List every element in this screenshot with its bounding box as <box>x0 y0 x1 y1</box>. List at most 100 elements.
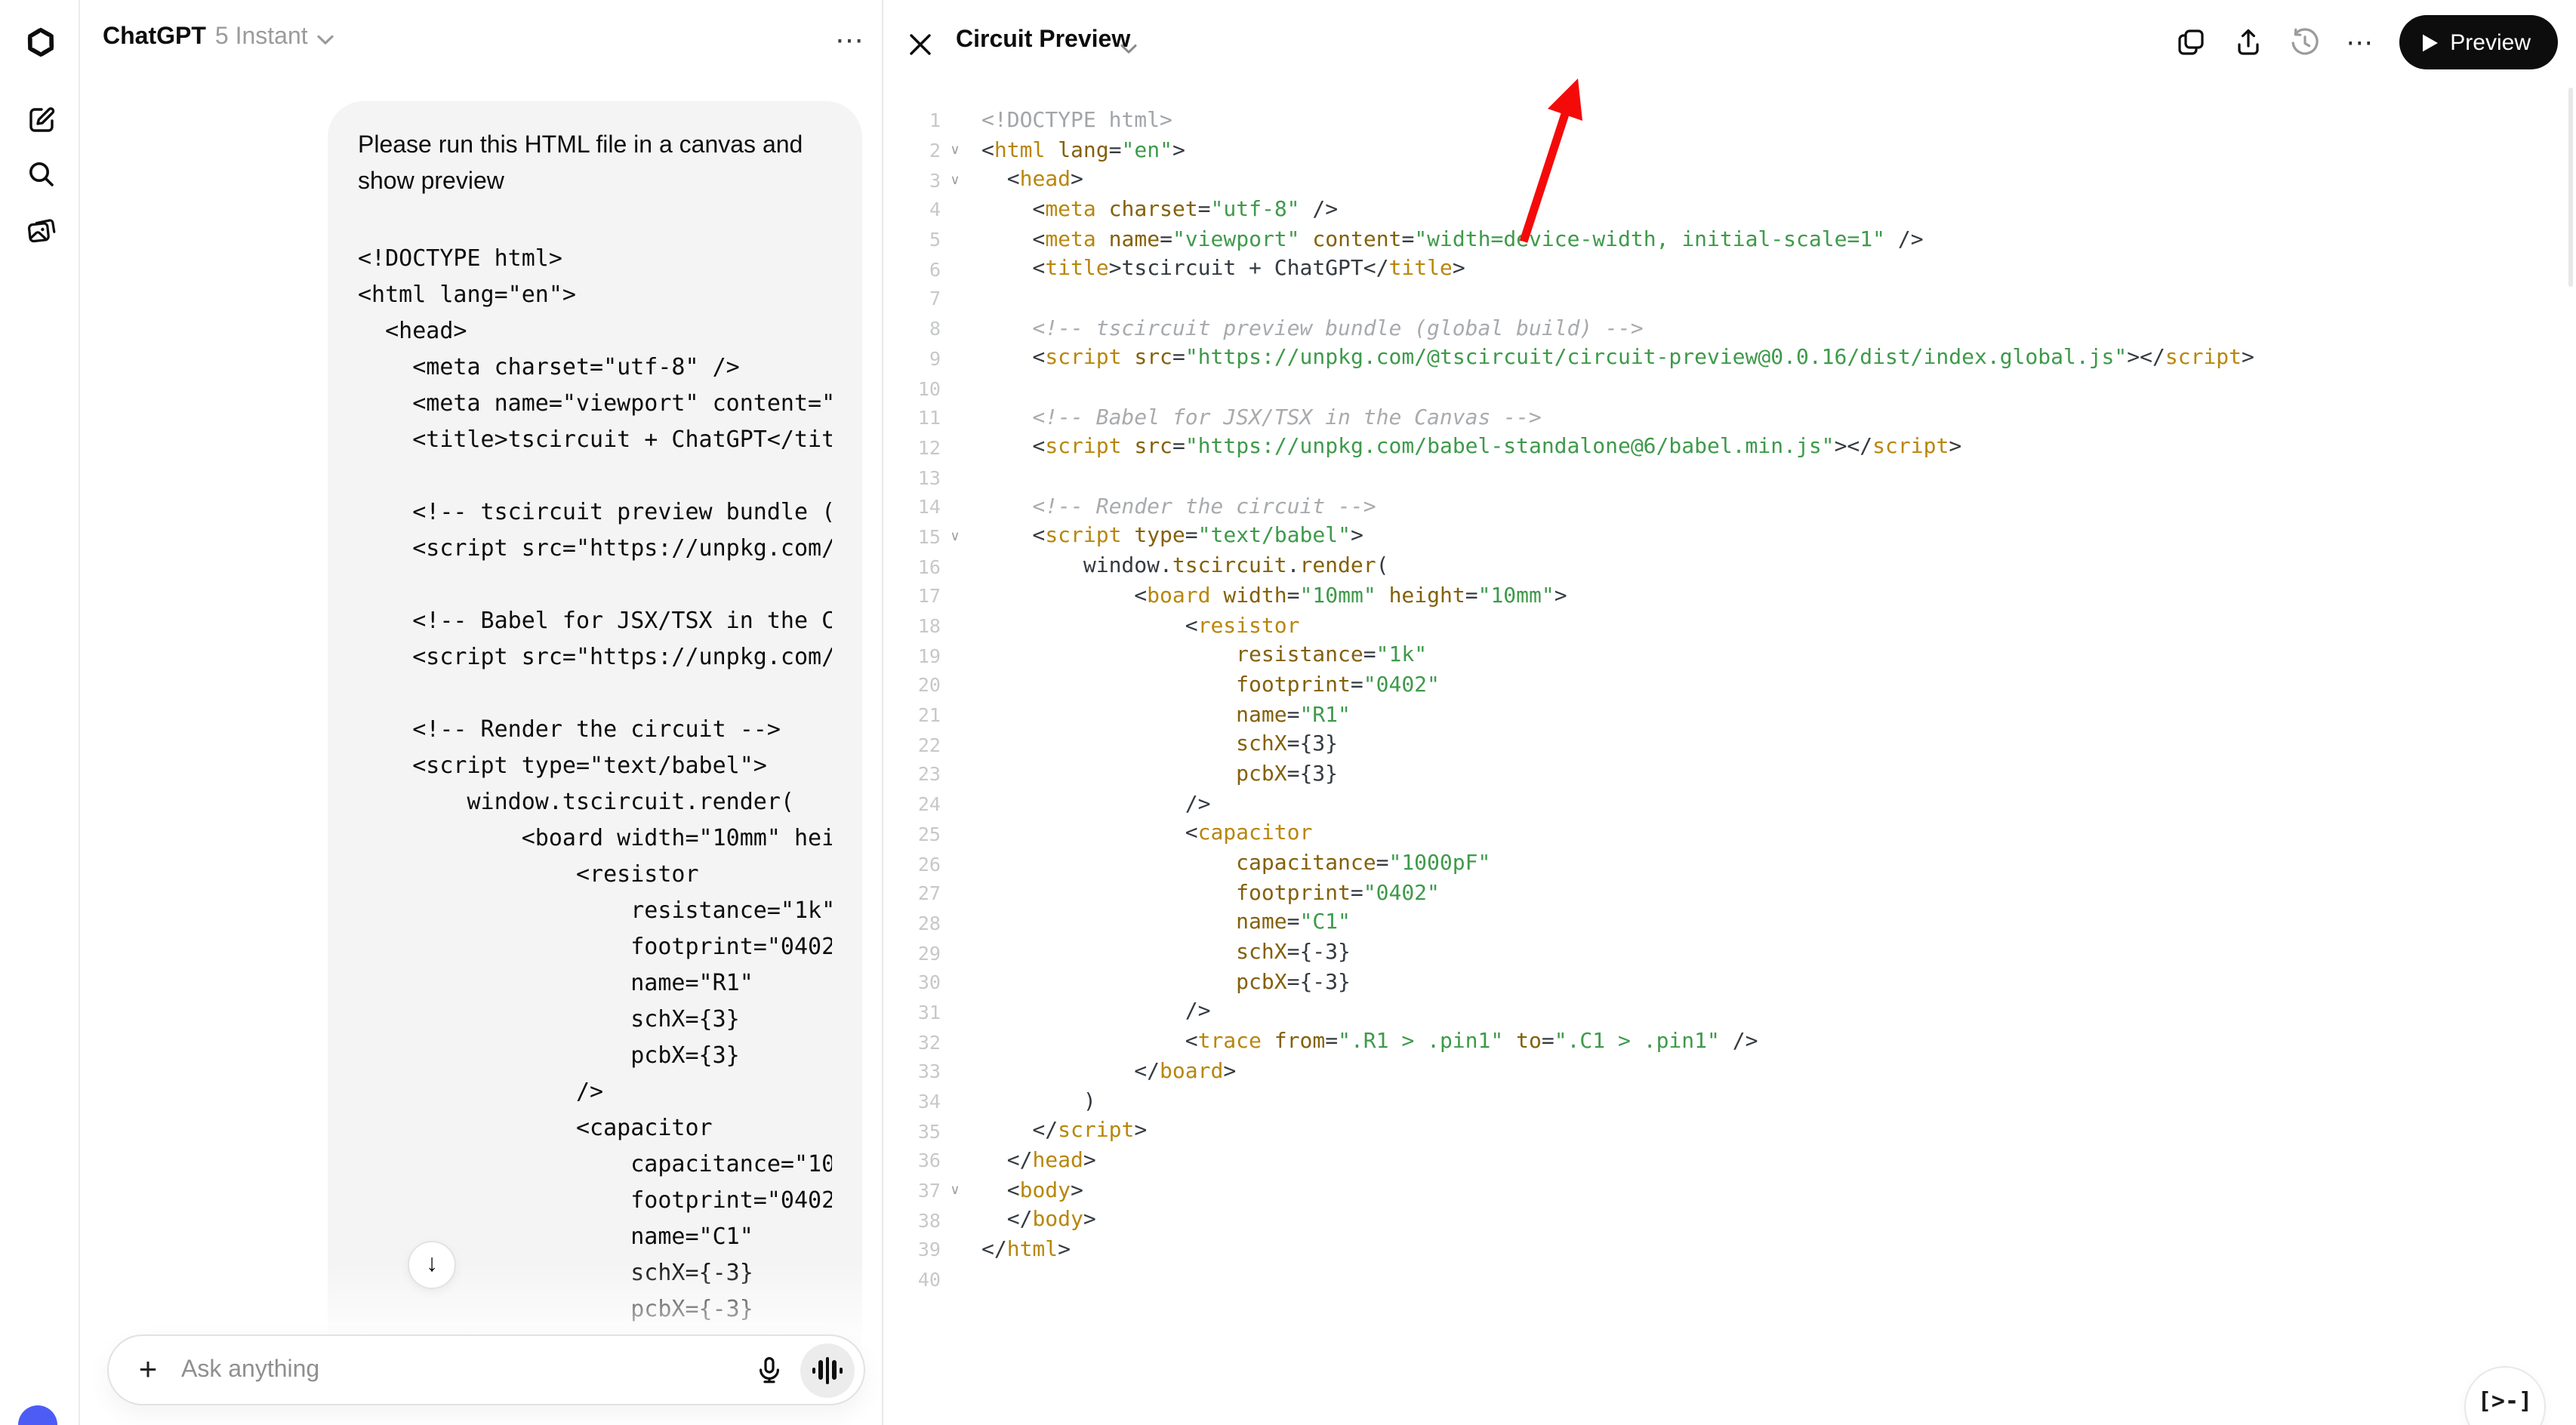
line-number: 23 <box>895 763 941 786</box>
code-line[interactable]: 13 <box>895 463 2576 492</box>
code-line[interactable]: 33 </board> <box>895 1057 2576 1086</box>
fold-chevron-icon[interactable]: ∨ <box>941 1182 965 1199</box>
code-line[interactable]: 32 <trace from=".R1 > .pin1" to=".C1 > .… <box>895 1027 2576 1057</box>
chat-input[interactable] <box>181 1356 749 1383</box>
code-line[interactable]: 38 </body> <box>895 1205 2576 1235</box>
line-number: 17 <box>895 585 941 608</box>
line-number: 25 <box>895 823 941 845</box>
openai-logo-icon[interactable] <box>23 24 59 60</box>
code-line[interactable]: 6 <title>tscircuit + ChatGPT</title> <box>895 254 2576 284</box>
line-number: 15 <box>895 525 941 548</box>
code-text: resistance="1k" <box>981 643 1427 667</box>
close-canvas-icon[interactable] <box>904 29 935 59</box>
code-line[interactable]: 14 <!-- Render the circuit --> <box>895 492 2576 522</box>
user-message-text: Please run this HTML file in a canvas an… <box>358 128 832 201</box>
canvas-header: Circuit Preview <box>883 0 2576 85</box>
line-number: 6 <box>895 258 941 281</box>
code-text: <trace from=".R1 > .pin1" to=".C1 > .pin… <box>981 1030 1758 1054</box>
voice-mode-button[interactable] <box>800 1343 855 1397</box>
code-line[interactable]: 17 <board width="10mm" height="10mm"> <box>895 581 2576 611</box>
preview-button[interactable]: Preview <box>2399 15 2558 69</box>
share-icon[interactable] <box>2231 26 2264 59</box>
code-text: <!-- Babel for JSX/TSX in the Canvas --> <box>981 405 1542 429</box>
code-line[interactable]: 18 <resistor <box>895 611 2576 640</box>
code-text: <title>tscircuit + ChatGPT</title> <box>981 257 1465 282</box>
code-line[interactable]: 21 name="R1" <box>895 700 2576 730</box>
editor-scrollbar[interactable] <box>2568 88 2573 287</box>
attach-plus-icon[interactable]: + <box>130 1352 166 1388</box>
line-number: 37 <box>895 1179 941 1202</box>
code-line[interactable]: 1<!DOCTYPE html> <box>895 106 2576 135</box>
code-text: <body> <box>981 1178 1083 1202</box>
code-editor[interactable]: 1<!DOCTYPE html>2∨<html lang="en">3∨ <he… <box>883 85 2576 1294</box>
line-number: 16 <box>895 555 941 577</box>
code-line[interactable]: 31 /> <box>895 997 2576 1026</box>
line-number: 39 <box>895 1239 941 1261</box>
version-history-icon[interactable] <box>2288 26 2322 59</box>
code-line[interactable]: 2∨<html lang="en"> <box>895 135 2576 165</box>
code-line[interactable]: 19 resistance="1k" <box>895 641 2576 670</box>
code-line[interactable]: 28 name="C1" <box>895 908 2576 937</box>
code-line[interactable]: 12 <script src="https://unpkg.com/babel-… <box>895 432 2576 462</box>
line-number: 27 <box>895 882 941 904</box>
code-line[interactable]: 35 </script> <box>895 1116 2576 1146</box>
code-line[interactable]: 25 <capacitor <box>895 819 2576 848</box>
code-line[interactable]: 23 pcbX={3} <box>895 759 2576 789</box>
line-number: 36 <box>895 1150 941 1172</box>
line-number: 10 <box>895 377 941 399</box>
code-line[interactable]: 16 window.tscircuit.render( <box>895 552 2576 581</box>
code-line[interactable]: 20 footprint="0402" <box>895 670 2576 700</box>
code-line[interactable]: 8 <!-- tscircuit preview bundle (global … <box>895 314 2576 343</box>
line-number: 30 <box>895 971 941 994</box>
microphone-icon[interactable] <box>749 1350 788 1390</box>
new-chat-icon[interactable] <box>23 101 59 137</box>
canvas-title-chevron-icon[interactable] <box>1120 35 1137 62</box>
fold-chevron-icon[interactable]: ∨ <box>941 142 965 159</box>
user-avatar[interactable] <box>18 1405 57 1425</box>
code-line[interactable]: 34 ) <box>895 1086 2576 1116</box>
canvas-title[interactable]: Circuit Preview <box>956 27 1130 54</box>
code-line[interactable]: 26 capacitance="1000pF" <box>895 848 2576 878</box>
line-number: 7 <box>895 288 941 310</box>
conversation-menu-icon[interactable]: ⋯ <box>827 18 873 63</box>
code-text: <resistor <box>981 614 1299 638</box>
library-icon[interactable] <box>23 211 59 248</box>
line-number: 31 <box>895 1001 941 1023</box>
code-line[interactable]: 29 schX={-3} <box>895 938 2576 968</box>
fold-chevron-icon[interactable]: ∨ <box>941 528 965 545</box>
code-line[interactable]: 27 footprint="0402" <box>895 879 2576 908</box>
line-number: 2 <box>895 139 941 162</box>
copy-icon[interactable] <box>2174 26 2207 59</box>
code-line[interactable]: 5 <meta name="viewport" content="width=d… <box>895 225 2576 254</box>
code-text: ) <box>981 1089 1096 1113</box>
code-line[interactable]: 30 pcbX={-3} <box>895 968 2576 997</box>
code-line[interactable]: 9 <script src="https://unpkg.com/@tscirc… <box>895 343 2576 373</box>
app-title: ChatGPT <box>103 24 206 51</box>
waveform-icon <box>812 1367 816 1373</box>
line-number: 32 <box>895 1030 941 1053</box>
model-switcher[interactable]: ChatGPT 5 Instant <box>103 24 334 51</box>
code-line[interactable]: 36 </head> <box>895 1146 2576 1175</box>
code-line[interactable]: 7 <box>895 284 2576 313</box>
code-line[interactable]: 22 schX={3} <box>895 730 2576 759</box>
console-button[interactable]: [>-] <box>2464 1366 2546 1425</box>
code-line[interactable]: 4 <meta charset="utf-8" /> <box>895 195 2576 224</box>
down-arrow-icon: ↓ <box>426 1251 438 1279</box>
fold-chevron-icon[interactable]: ∨ <box>941 171 965 188</box>
scroll-to-bottom-button[interactable]: ↓ <box>408 1241 456 1289</box>
code-text: <meta charset="utf-8" /> <box>981 198 1338 222</box>
code-line[interactable]: 40 <box>895 1265 2576 1294</box>
code-line[interactable]: 10 <box>895 373 2576 402</box>
code-text: pcbX={-3} <box>981 971 1351 995</box>
code-line[interactable]: 15∨ <script type="text/babel"> <box>895 522 2576 551</box>
code-line[interactable]: 11 <!-- Babel for JSX/TSX in the Canvas … <box>895 403 2576 432</box>
line-number: 22 <box>895 734 941 756</box>
code-line[interactable]: 37∨ <body> <box>895 1176 2576 1205</box>
code-line[interactable]: 39</html> <box>895 1235 2576 1264</box>
search-icon[interactable] <box>23 155 59 192</box>
code-line[interactable]: 24 /> <box>895 789 2576 819</box>
code-text: <board width="10mm" height="10mm"> <box>981 584 1567 608</box>
code-line[interactable]: 3∨ <head> <box>895 165 2576 195</box>
line-number: 12 <box>895 436 941 459</box>
canvas-menu-icon[interactable]: ⋯ <box>2346 26 2374 58</box>
